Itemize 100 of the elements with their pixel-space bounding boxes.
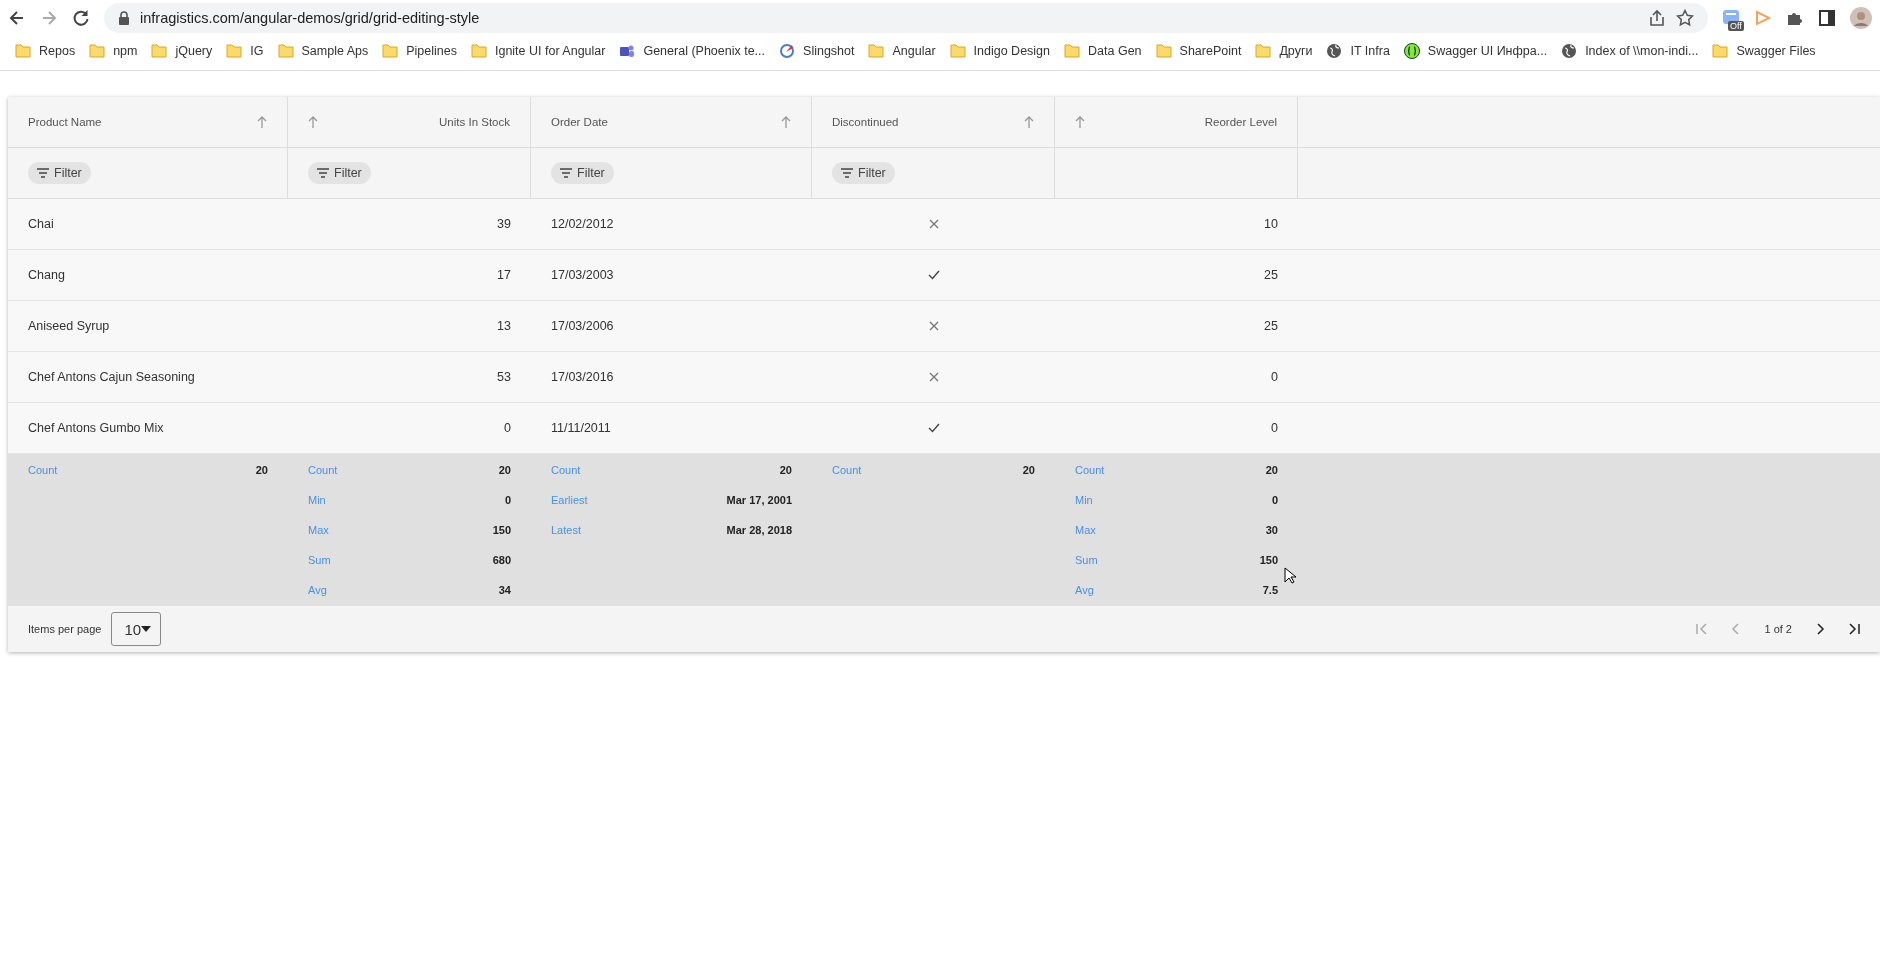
table-cell: 17/03/2006 [551,319,614,333]
braces-icon [1403,43,1420,59]
filter-icon [37,168,49,178]
summary-value: 20 [1022,464,1035,476]
summary-label: Count [28,464,58,476]
table-cell: 0 [504,421,511,435]
sort-arrow-icon[interactable] [1075,116,1085,128]
table-cell: Chef Antons Cajun Seasoning [28,370,195,384]
bookmark[interactable]: Swagger Files [1705,43,1823,59]
extension-icon[interactable] [1722,9,1740,27]
sort-arrow-icon[interactable] [308,116,318,128]
back-icon[interactable] [8,9,26,27]
filter-chip[interactable]: Filter [551,162,614,184]
bookmark[interactable]: npm [82,43,145,59]
table-cell: 25 [1264,268,1278,282]
filter-chip[interactable]: Filter [832,162,895,184]
summary-label: Min [1075,494,1093,506]
folder-icon [1712,43,1729,59]
lock-icon [118,10,130,26]
folder-icon [226,43,243,59]
summary-label: Count [1075,464,1105,476]
folder-icon [868,43,885,59]
filter-chip[interactable]: Filter [28,162,91,184]
bookmark[interactable]: Swagger UI Инфра... [1396,43,1555,59]
table-cell: Chef Antons Gumbo Mix [28,421,164,435]
folder-icon [151,43,168,59]
summary-label: Max [308,524,329,536]
bookmark[interactable]: Други [1248,43,1320,59]
next-page-icon[interactable] [1814,623,1826,635]
avatar-icon[interactable] [1850,7,1872,29]
table-cell: 12/02/2012 [551,217,614,231]
address-bar[interactable]: infragistics.com/angular-demos/grid/grid-editing-style [104,3,1708,33]
table-cell: 0 [1271,421,1278,435]
filter-chip[interactable]: Filter [308,162,371,184]
sort-arrow-icon[interactable] [781,116,791,128]
caret-icon [141,626,152,632]
table-cell: Aniseed Syrup [28,319,110,333]
reload-icon[interactable] [72,9,90,27]
summary-value: 20 [498,464,511,476]
share-icon[interactable] [1648,9,1666,27]
folder-icon [470,43,487,59]
summary-value: 680 [492,554,511,566]
bookmark[interactable]: IT Infra [1319,43,1397,59]
folder-icon [277,43,294,59]
table-cell: 53 [497,370,511,384]
column-header[interactable]: Units In Stock [439,116,510,128]
table-cell: 39 [497,217,511,231]
table-cell: 17/03/2016 [551,370,614,384]
bookmark[interactable]: Sample Aps [270,43,376,59]
summary-value: 20 [255,464,268,476]
table-cell: 13 [497,319,511,333]
mouse-cursor-icon [1284,567,1296,584]
folder-icon [949,43,966,59]
column-header[interactable]: Discontinued [832,116,899,128]
page-info: 1 of 2 [1764,623,1792,635]
summary-label: Count [832,464,862,476]
page-size-select[interactable]: 10 [111,612,162,646]
bookmark[interactable]: Data Gen [1057,43,1149,59]
column-header[interactable]: Reorder Level [1204,116,1277,128]
bookmark[interactable]: IG [219,43,271,59]
summary-value: 150 [1259,554,1278,566]
summary-value: 0 [1271,494,1278,506]
folder-icon [1255,43,1272,59]
column-header[interactable]: Product Name [28,116,102,128]
bookmark[interactable]: SharePoint [1148,43,1249,59]
table-cell: 17 [497,268,511,282]
bookmark[interactable]: Index of \\mon-indi... [1554,43,1706,59]
filter-icon [841,168,853,178]
bookmark[interactable]: Angular [861,43,943,59]
globe-icon [1326,43,1343,59]
sort-arrow-icon[interactable] [257,116,267,128]
column-header[interactable]: Order Date [551,116,608,128]
folder-icon [1064,43,1081,59]
summary-value: 20 [779,464,792,476]
bookmark[interactable]: jQuery [144,43,220,59]
bookmark[interactable]: General (Phoenix te... [612,43,773,59]
sort-arrow-icon[interactable] [1024,116,1034,128]
bookmark[interactable]: Repos [8,43,83,59]
table-cell: 17/03/2003 [551,268,614,282]
table-cell: 11/11/2011 [551,421,611,435]
bookmark[interactable]: Indigo Design [942,43,1058,59]
table-cell: 25 [1264,319,1278,333]
globe-icon [1561,43,1578,59]
star-icon[interactable] [1676,9,1694,27]
summary-label: Sum [308,554,331,566]
bookmark[interactable]: Slingshot [772,43,862,59]
summary-label: Sum [1075,554,1098,566]
url-text: infragistics.com/angular-demos/grid/grid-editing-style [140,10,481,26]
filter-icon [317,168,329,178]
last-page-icon[interactable] [1848,623,1860,635]
filter-icon [560,168,572,178]
folder-icon [1155,43,1172,59]
summary-value: 20 [1265,464,1278,476]
items-per-page-label: Items per page [28,623,102,635]
side-panel-icon[interactable] [1818,9,1836,27]
summary-value: 0 [504,494,511,506]
summary-value: Mar 28, 2018 [726,524,792,536]
bookmark[interactable]: Ignite UI for Angular [463,43,613,59]
folder-icon [382,43,399,59]
bookmark[interactable]: Pipelines [375,43,464,59]
